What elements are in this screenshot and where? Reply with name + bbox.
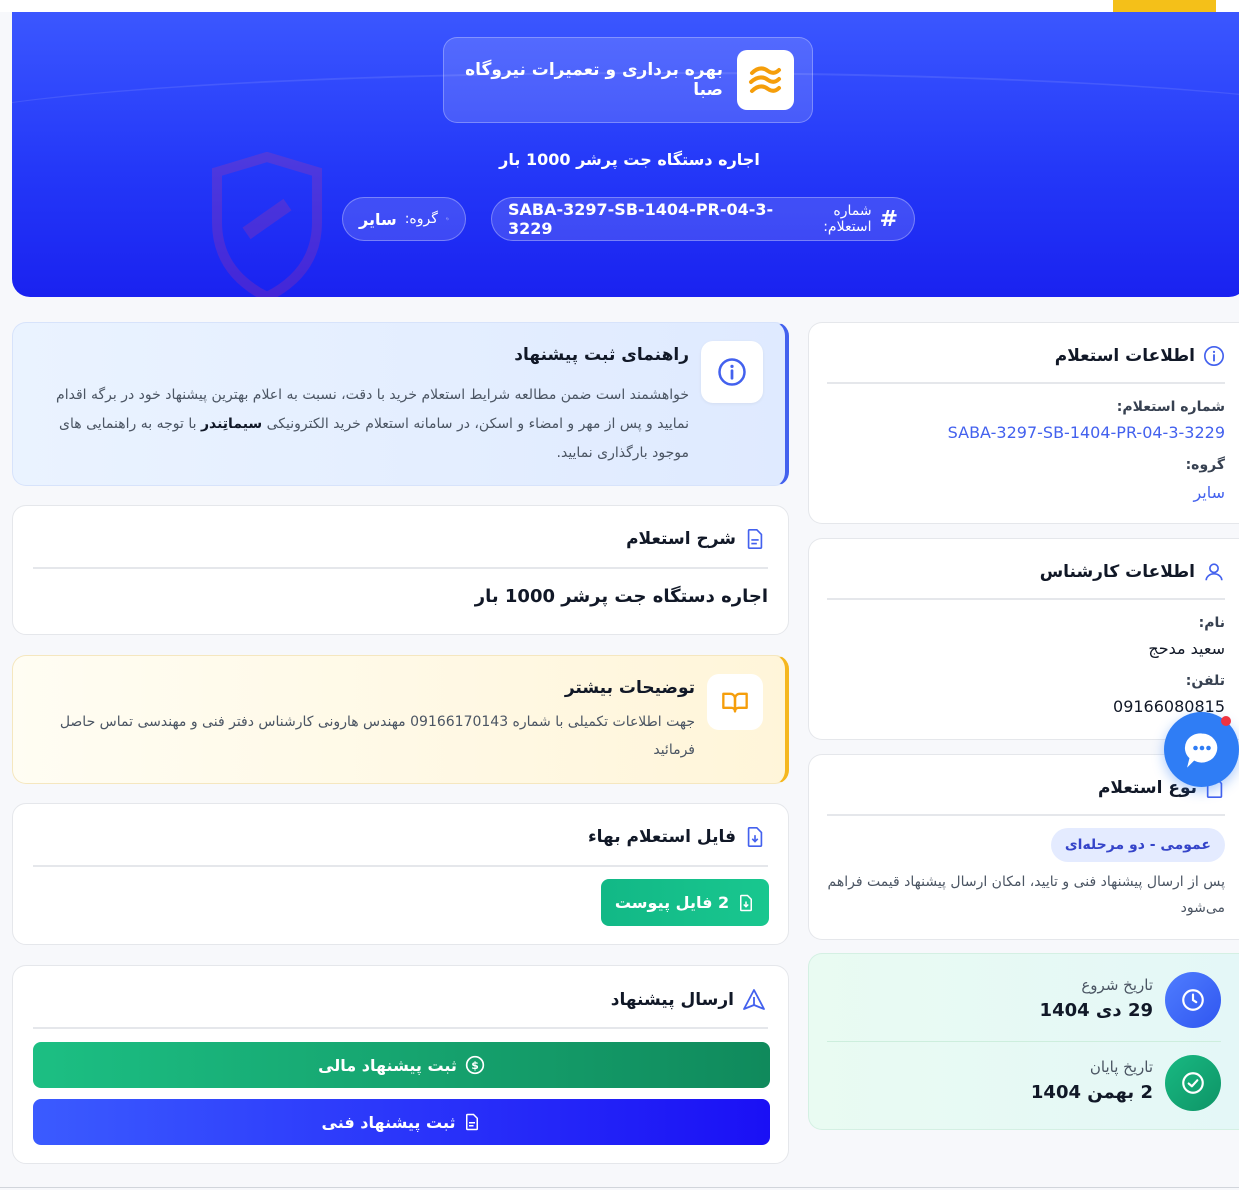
bottom-divider: [0, 1187, 1239, 1188]
expert-info-card: اطلاعات کارشناس نام: سعید مدحج تلفن: 091…: [808, 538, 1239, 740]
extra-notes-card: توضیحات بیشتر جهت اطلاعات تکمیلی با شمار…: [12, 655, 789, 784]
code-pill-value: SABA-3297-SB-1404-PR-04-3-3229: [508, 200, 774, 238]
company-name: بهره برداری و تعمیرات نیروگاه صبا: [465, 60, 723, 100]
attachments-label: 2 فایل پیوست: [614, 893, 730, 912]
divider: [33, 1027, 768, 1029]
clock-icon: [1182, 989, 1204, 1011]
chat-widget-button[interactable]: [1164, 712, 1239, 787]
inquiry-group-label: گروه:: [1185, 457, 1225, 473]
inquiry-code-value[interactable]: SABA-3297-SB-1404-PR-04-3-3229: [948, 423, 1225, 442]
submit-header: ارسال پیشنهاد: [611, 988, 766, 1012]
submit-card: ارسال پیشنهاد $ ثبت پیشنهاد مالی ثبت پیش…: [12, 965, 789, 1164]
attachments-button[interactable]: 2 فایل پیوست: [601, 879, 769, 926]
code-pill: # شماره استعلام: SABA-3297-SB-1404-PR-04…: [491, 197, 915, 241]
technical-offer-label: ثبت پیشنهاد فنی: [321, 1112, 456, 1132]
divider: [827, 598, 1225, 600]
hero-subtitle: اجاره دستگاه جت پرشر 1000 بار: [499, 150, 760, 169]
submit-title: ارسال پیشنهاد: [610, 990, 734, 1010]
extra-icon-box: [707, 674, 763, 730]
description-title: شرح استعلام: [626, 529, 736, 549]
top-bar: [0, 0, 1239, 12]
hero-banner: بهره برداری و تعمیرات نیروگاه صبا اجاره …: [12, 12, 1239, 297]
file-header: فایل استعلام بهاء: [588, 826, 766, 848]
description-card: شرح استعلام اجاره دستگاه جت پرشر 1000 با…: [12, 505, 789, 635]
expert-name-label: نام:: [1198, 615, 1225, 631]
company-logo: [736, 50, 794, 110]
inquiry-type-text: پس از ارسال پیشنهاد فنی و تایید، امکان ا…: [827, 874, 1226, 916]
guide-card: راهنمای ثبت پیشنهاد خواهشمند است ضمن مطا…: [12, 322, 789, 486]
inquiry-info-header: اطلاعات استعلام: [1055, 345, 1225, 367]
extra-text: جهت اطلاعات تکمیلی با شماره 09166170143 …: [59, 714, 695, 758]
group-pill-value: سایر: [359, 209, 397, 229]
tag-icon: [446, 217, 449, 221]
svg-text:$: $: [471, 1059, 479, 1072]
info-icon: [718, 358, 746, 386]
financial-offer-button[interactable]: $ ثبت پیشنهاد مالی: [33, 1042, 770, 1088]
company-card: بهره برداری و تعمیرات نیروگاه صبا: [443, 37, 813, 123]
document-icon: [747, 529, 763, 549]
book-icon: [722, 692, 748, 713]
guide-text: خواهشمند است ضمن مطالعه شرایط استعلام خر…: [29, 381, 689, 468]
start-date-icon-circle: [1165, 972, 1221, 1028]
group-pill-label: گروه:: [404, 211, 438, 227]
saba-logo-icon: [749, 66, 782, 93]
inquiry-info-title: اطلاعات استعلام: [1054, 346, 1195, 366]
inquiry-type-badge: عمومی - دو مرحله‌ای: [1050, 828, 1225, 862]
group-pill: گروه: سایر: [342, 197, 466, 241]
file-title: فایل استعلام بهاء: [587, 827, 736, 847]
divider: [827, 1041, 1221, 1042]
divider: [33, 865, 768, 867]
document-icon: [466, 1113, 479, 1131]
send-icon: [743, 989, 765, 1010]
divider: [33, 567, 768, 569]
end-date-value: 2 بهمن 1404: [1030, 1082, 1153, 1103]
start-date-label: تاریخ شروع: [1081, 976, 1153, 994]
dollar-icon: $: [465, 1055, 485, 1075]
hash-icon: #: [879, 206, 898, 232]
divider: [827, 814, 1225, 816]
inquiry-info-card: اطلاعات استعلام شماره استعلام: SABA-3297…: [808, 322, 1239, 524]
check-circle-icon: [1182, 1072, 1204, 1094]
end-date-icon-circle: [1165, 1055, 1221, 1111]
guide-icon-box: [701, 341, 763, 403]
file-card: فایل استعلام بهاء 2 فایل پیوست: [12, 803, 789, 945]
expert-info-header: اطلاعات کارشناس: [1040, 561, 1225, 583]
inquiry-code-label: شماره استعلام:: [1116, 399, 1225, 415]
file-download-icon: [740, 894, 753, 911]
code-pill-label: شماره استعلام:: [823, 203, 872, 235]
guide-title: راهنمای ثبت پیشنهاد: [514, 345, 689, 365]
description-header: شرح استعلام: [626, 528, 766, 550]
inquiry-group-value[interactable]: سایر: [1193, 483, 1225, 502]
expert-phone-label: تلفن:: [1185, 673, 1225, 689]
chat-bubble-icon: [1184, 732, 1217, 768]
technical-offer-button[interactable]: ثبت پیشنهاد فنی: [33, 1099, 770, 1145]
guide-brand: سیماتِندر: [200, 416, 263, 432]
dates-card: تاریخ شروع 29 دی 1404 تاریخ پایان 2 بهمن…: [808, 953, 1239, 1130]
info-icon: [1204, 346, 1224, 366]
file-download-icon: [747, 827, 763, 847]
divider: [827, 382, 1225, 384]
start-date-value: 29 دی 1404: [1039, 1000, 1153, 1021]
description-text: اجاره دستگاه جت پرشر 1000 بار: [474, 586, 768, 607]
notification-dot: [1221, 716, 1231, 726]
user-icon: [1205, 563, 1223, 581]
extra-title: توضیحات بیشتر: [564, 678, 695, 698]
inquiry-type-card: نوع استعلام عمومی - دو مرحله‌ای پس از ار…: [808, 754, 1239, 940]
end-date-label: تاریخ پایان: [1089, 1058, 1153, 1076]
top-accent: [1113, 0, 1216, 12]
expert-name-value: سعید مدحج: [1148, 639, 1225, 658]
financial-offer-label: ثبت پیشنهاد مالی: [318, 1055, 457, 1075]
expert-info-title: اطلاعات کارشناس: [1039, 562, 1195, 582]
